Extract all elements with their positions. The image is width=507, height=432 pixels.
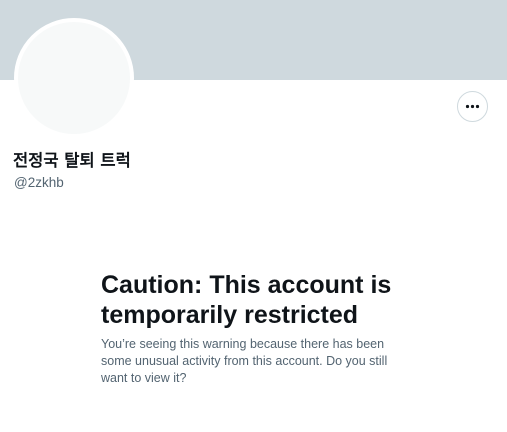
more-options-button[interactable] <box>457 91 488 122</box>
warning-message: You’re seeing this warning because there… <box>101 337 388 385</box>
warning-title: Caution: This account is temporarily res… <box>101 271 392 329</box>
restriction-warning: Caution: This account is temporarily res… <box>101 270 413 387</box>
profile-handle: @2zkhb <box>14 175 64 190</box>
profile-display-name: 전정국 탈퇴 트럭 <box>13 151 131 170</box>
ellipsis-horizontal-icon <box>465 104 480 109</box>
avatar <box>14 18 134 138</box>
